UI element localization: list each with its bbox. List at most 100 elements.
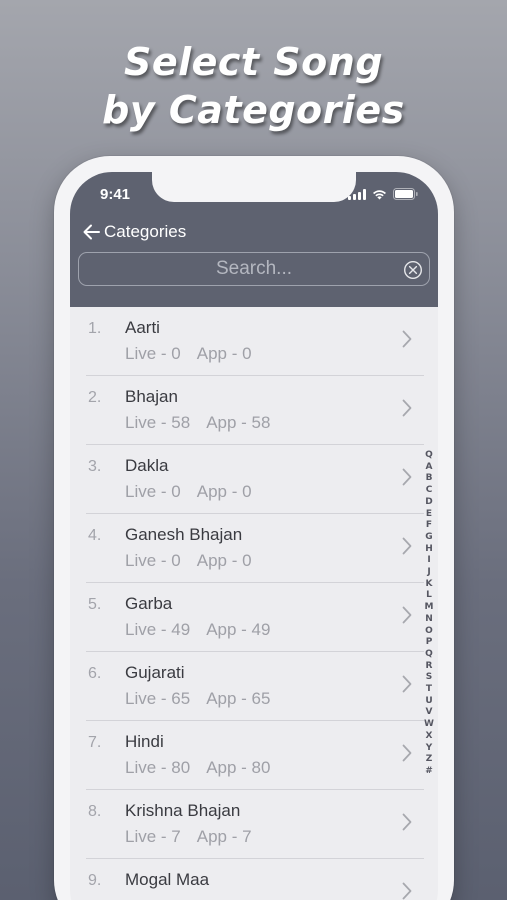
- index-letter[interactable]: Y: [426, 743, 433, 755]
- index-letter[interactable]: M: [425, 602, 434, 614]
- header-bar: 9:41 Categories: [70, 172, 438, 307]
- status-time: 9:41: [100, 186, 131, 203]
- live-count: Live - 65: [125, 689, 191, 708]
- app-count: App - 0: [196, 344, 252, 363]
- headline-line-1: Select Song: [123, 40, 384, 84]
- index-letter[interactable]: F: [426, 520, 432, 532]
- headline-line-2: by Categories: [102, 88, 405, 132]
- category-name: Dakla: [125, 456, 169, 475]
- row-number: 3.: [88, 458, 102, 475]
- app-count: App - 80: [206, 758, 271, 777]
- chevron-right-icon: [402, 537, 412, 555]
- index-letter[interactable]: A: [426, 462, 433, 474]
- app-count: App - 58: [206, 413, 271, 432]
- chevron-right-icon: [402, 330, 412, 348]
- index-letter[interactable]: C: [426, 485, 433, 497]
- index-letter[interactable]: K: [426, 579, 433, 591]
- index-letter[interactable]: S: [426, 672, 432, 684]
- live-count: Live - 80: [125, 758, 191, 777]
- category-name: Garba: [125, 594, 173, 613]
- cellular-signal-icon: [348, 188, 366, 200]
- category-row-dakla[interactable]: 3. Dakla Live - 0 App - 0: [86, 445, 424, 514]
- live-count: Live - 7: [125, 827, 181, 846]
- phone-frame: 9:41 Categories Search... 1. Aarti Live …: [54, 156, 454, 900]
- chevron-right-icon: [402, 744, 412, 762]
- index-search-icon[interactable]: Q: [425, 450, 433, 462]
- live-count: Live - 0: [125, 551, 181, 570]
- app-count: App - 65: [206, 689, 271, 708]
- chevron-right-icon: [402, 399, 412, 417]
- index-letter[interactable]: H: [425, 544, 433, 556]
- category-row-garba[interactable]: 5. Garba Live - 49 App - 49: [86, 583, 424, 652]
- category-row-krishna-bhajan[interactable]: 8. Krishna Bhajan Live - 7 App - 7: [86, 790, 424, 859]
- live-count: Live - 58: [125, 413, 191, 432]
- back-button[interactable]: Categories: [82, 222, 186, 242]
- phone-screen: 9:41 Categories Search... 1. Aarti Live …: [70, 172, 438, 900]
- index-letter[interactable]: Q: [425, 649, 433, 661]
- index-letter[interactable]: T: [426, 684, 432, 696]
- chevron-right-icon: [402, 882, 412, 900]
- app-count: App - 0: [196, 482, 252, 501]
- row-number: 8.: [88, 803, 102, 820]
- live-count: Live - 49: [125, 620, 191, 639]
- chevron-right-icon: [402, 606, 412, 624]
- arrow-left-icon: [83, 224, 100, 240]
- wifi-icon: [372, 189, 387, 200]
- category-name: Gujarati: [125, 663, 185, 682]
- index-letter[interactable]: G: [425, 532, 432, 544]
- row-number: 6.: [88, 665, 102, 682]
- index-letter[interactable]: V: [426, 707, 433, 719]
- index-letter[interactable]: P: [426, 637, 433, 649]
- battery-icon: [393, 188, 418, 200]
- chevron-right-icon: [402, 468, 412, 486]
- app-count: App - 49: [206, 620, 271, 639]
- category-name: Mogal Maa: [125, 870, 210, 889]
- category-row-aarti[interactable]: 1. Aarti Live - 0 App - 0: [86, 307, 424, 376]
- chevron-right-icon: [402, 675, 412, 693]
- index-letter[interactable]: #: [425, 766, 433, 778]
- index-letter[interactable]: O: [425, 626, 433, 638]
- row-number: 5.: [88, 596, 102, 613]
- chevron-right-icon: [402, 813, 412, 831]
- app-count: App - 0: [196, 551, 252, 570]
- index-letter[interactable]: L: [426, 590, 432, 602]
- index-letter[interactable]: W: [424, 719, 434, 731]
- index-letter[interactable]: X: [426, 731, 433, 743]
- category-name: Aarti: [125, 318, 160, 337]
- index-letter[interactable]: I: [427, 555, 430, 567]
- live-count: Live - 0: [125, 482, 181, 501]
- row-number: 2.: [88, 389, 102, 406]
- category-name: Ganesh Bhajan: [125, 525, 243, 544]
- category-name: Bhajan: [125, 387, 178, 406]
- category-row-mogal-maa[interactable]: 9. Mogal Maa: [86, 859, 424, 900]
- index-letter[interactable]: J: [427, 567, 430, 579]
- row-number: 9.: [88, 872, 102, 889]
- status-icons: [348, 188, 418, 200]
- search-input[interactable]: [79, 253, 429, 285]
- category-name: Hindi: [125, 732, 164, 751]
- row-number: 1.: [88, 320, 102, 337]
- promo-headline: Select Song by Categories: [0, 38, 507, 134]
- category-name: Krishna Bhajan: [125, 801, 241, 820]
- row-number: 7.: [88, 734, 102, 751]
- index-letter[interactable]: Z: [426, 754, 433, 766]
- app-count: App - 7: [196, 827, 252, 846]
- category-row-gujarati[interactable]: 6. Gujarati Live - 65 App - 65: [86, 652, 424, 721]
- category-row-hindi[interactable]: 7. Hindi Live - 80 App - 80: [86, 721, 424, 790]
- search-bar: [78, 252, 430, 286]
- row-number: 4.: [88, 527, 102, 544]
- index-letter[interactable]: N: [425, 614, 433, 626]
- index-letter[interactable]: U: [425, 696, 432, 708]
- category-list: 1. Aarti Live - 0 App - 0 2. Bhajan Live …: [70, 307, 438, 900]
- index-letter[interactable]: E: [426, 509, 432, 521]
- notch: [152, 172, 356, 202]
- live-count: Live - 0: [125, 344, 181, 363]
- index-letter[interactable]: D: [425, 497, 432, 509]
- back-label: Categories: [104, 222, 187, 241]
- clear-search-icon[interactable]: [403, 260, 423, 280]
- category-row-bhajan[interactable]: 2. Bhajan Live - 58 App - 58: [86, 376, 424, 445]
- category-row-ganesh-bhajan[interactable]: 4. Ganesh Bhajan Live - 0 App - 0: [86, 514, 424, 583]
- alphabet-index-bar[interactable]: Q A B C D E F G H I J K L M N O P Q R S T U V W X Y Z #: [422, 450, 436, 778]
- index-letter[interactable]: B: [426, 473, 433, 485]
- index-letter[interactable]: R: [426, 661, 433, 673]
